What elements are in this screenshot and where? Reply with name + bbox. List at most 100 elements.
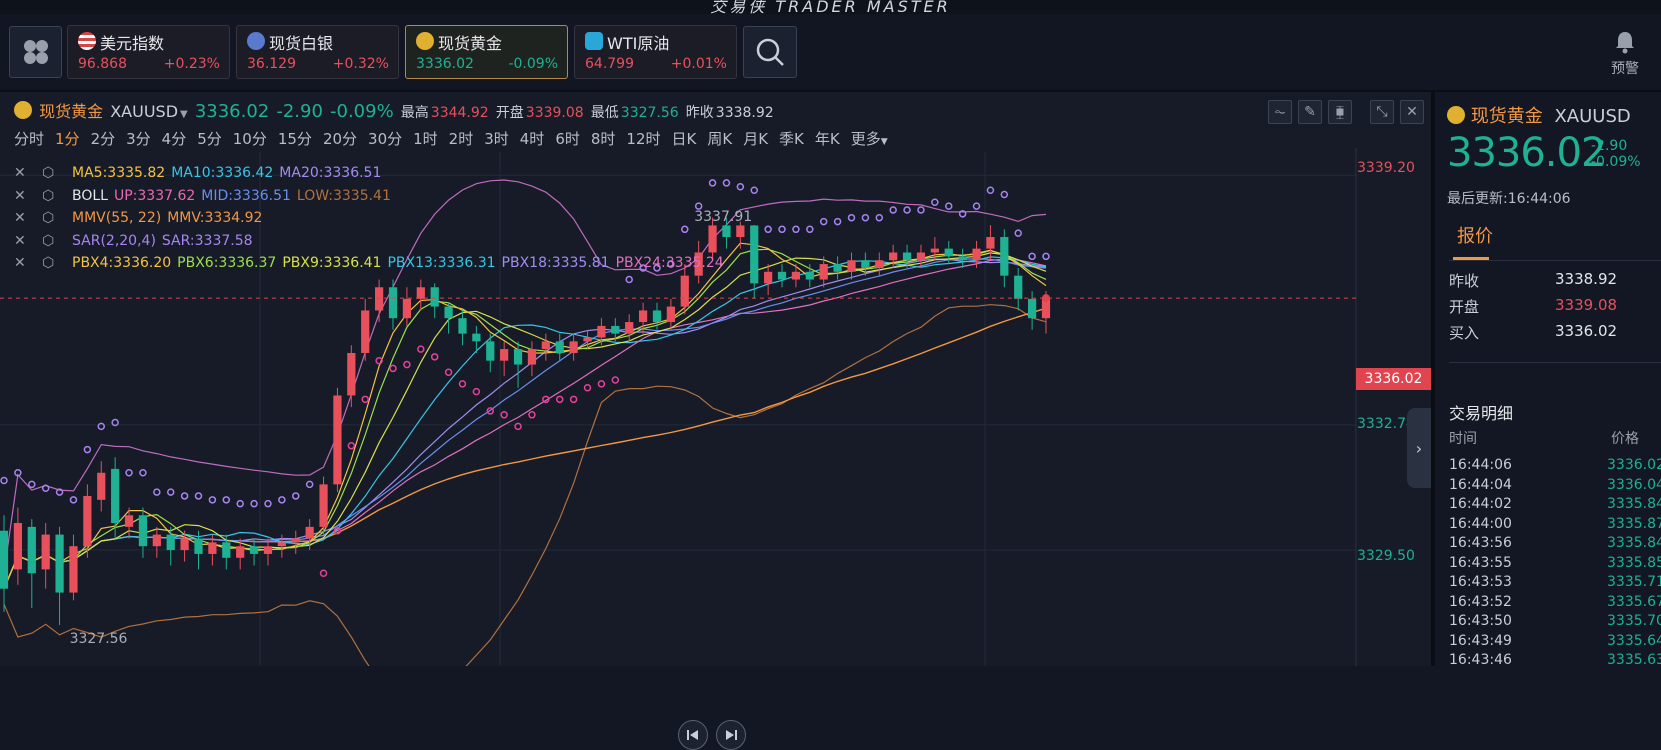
panel-toggle-button[interactable]: › <box>1407 408 1431 488</box>
candle-body <box>597 325 606 338</box>
sar-dot <box>361 395 369 404</box>
silver-icon <box>247 32 265 50</box>
settings-icon[interactable]: ⬡ <box>42 210 66 226</box>
ticker-price: 3336.02 <box>416 56 474 72</box>
quote-value: 3339.08 <box>1555 296 1618 314</box>
alert-button[interactable]: 预警 <box>1600 30 1650 78</box>
trade-time: 16:44:00 <box>1449 515 1512 532</box>
sar-dot <box>236 499 244 508</box>
sar-dot <box>500 411 508 419</box>
sar-dot <box>444 368 453 377</box>
sar-dot <box>472 387 481 396</box>
instrument-symbol: XAUUSD <box>1554 106 1631 127</box>
settings-icon[interactable]: ⬡ <box>42 188 66 204</box>
legend-row-boll: ✕ ⬡ BOLL UP:3337.62 MID:3336.51 LOW:3335.… <box>14 185 730 208</box>
trade-price: 3335.64 <box>1607 632 1661 649</box>
mmv-value: MMV:3334.92 <box>167 210 263 227</box>
price-header: 价格 <box>1611 431 1639 447</box>
close-icon[interactable]: ✕ <box>14 188 36 204</box>
gold-icon <box>416 32 434 50</box>
sar-dot <box>528 411 536 419</box>
sar-dot <box>931 198 939 206</box>
trade-row: 16:44:02 3335.84 <box>1449 496 1661 516</box>
candle-body <box>208 542 217 554</box>
skip-forward-button[interactable] <box>716 720 746 750</box>
search-button[interactable] <box>743 26 797 78</box>
skip-back-button[interactable] <box>678 720 708 750</box>
title-bar: 交易侠 TRADER MASTER <box>0 0 1661 16</box>
candle-body <box>750 225 759 284</box>
trade-row: 16:43:56 3335.84 <box>1449 535 1661 555</box>
candle-body <box>1027 298 1037 319</box>
pbx9-value: PBX9:3336.41 <box>282 255 382 272</box>
close-icon[interactable]: ✕ <box>14 210 36 226</box>
ticker-card-gold[interactable]: 现货黄金 3336.02 -0.09% <box>405 25 568 79</box>
candle-body <box>249 546 259 554</box>
divider <box>1449 362 1661 363</box>
chevron-right-icon: › <box>1415 438 1423 458</box>
candle-body <box>819 264 828 280</box>
ma10-value: MA10:3336.42 <box>171 165 274 182</box>
settings-icon[interactable]: ⬡ <box>42 233 66 249</box>
candle-body <box>263 546 273 554</box>
candle-body <box>124 515 134 527</box>
ticker-bar: 美元指数 96.868 +0.23% 现货白银 36.129 +0.32% 现货… <box>0 14 1661 92</box>
candle-body <box>472 333 481 342</box>
settings-icon[interactable]: ⬡ <box>42 165 66 181</box>
sar-dot <box>292 492 300 500</box>
candle-body <box>305 526 314 539</box>
tab-quote[interactable]: 报价 <box>1457 222 1493 248</box>
candle-body <box>861 260 870 268</box>
ticker-name: 现货白银 <box>269 34 334 53</box>
time-header: 时间 <box>1449 431 1477 447</box>
sar-dot <box>875 213 884 222</box>
boll-mid: MID:3336.51 <box>201 187 291 204</box>
candle-body <box>236 546 245 558</box>
candle-body <box>152 534 161 547</box>
skip-forward-icon <box>726 730 737 740</box>
ticker-card-silver[interactable]: 现货白银 36.129 +0.32% <box>236 25 399 79</box>
quote-price: 3336.02 <box>1447 130 1606 176</box>
sar-dot <box>69 496 78 504</box>
pbx13-value: PBX13:3336.31 <box>387 255 496 272</box>
quote-label: 开盘 <box>1449 298 1480 316</box>
trade-price: 3335.70 <box>1607 613 1661 629</box>
sar-dot <box>1042 252 1050 261</box>
bell-icon <box>1616 32 1634 54</box>
mmv-line <box>3 307 1047 589</box>
sar-dot <box>569 395 578 404</box>
ticker-card-usd-index[interactable]: 美元指数 96.868 +0.23% <box>67 25 230 79</box>
chart-area[interactable]: 现货黄金 XAUUSD ▼ 3336.02 -2.90 -0.09% 最高 3344… <box>0 92 1431 750</box>
quote-value: 3338.92 <box>1555 270 1618 288</box>
ma20-value: MA20:3336.51 <box>279 165 382 182</box>
trade-row: 16:43:50 3335.70 <box>1449 613 1661 633</box>
sar-dot <box>264 499 272 508</box>
sar-dot <box>139 469 147 477</box>
ticker-change: +0.32% <box>332 56 389 72</box>
sar-dot <box>166 488 175 496</box>
boll-name: BOLL <box>72 187 108 204</box>
candle-body <box>13 523 23 570</box>
current-price-tag: 3336.02 <box>1356 368 1431 390</box>
candle-body <box>777 271 787 280</box>
pbx18-value: PBX18:3335.81 <box>501 255 610 272</box>
sar-dot <box>833 217 842 226</box>
close-icon[interactable]: ✕ <box>14 165 36 181</box>
sar-dot <box>305 480 314 489</box>
settings-icon[interactable]: ⬡ <box>42 255 66 271</box>
apps-grid-icon <box>23 40 48 64</box>
trade-price: 3335.85 <box>1607 554 1661 571</box>
ticker-card-wti-oil[interactable]: WTI原油 64.799 +0.01% <box>574 25 737 79</box>
candle-body <box>194 538 203 554</box>
sar-dot <box>97 422 106 431</box>
apps-menu-button[interactable] <box>9 26 62 78</box>
indicator-legend: ✕ ⬡ MA5:3335.82 MA10:3336.42 MA20:3336.51… <box>14 162 730 275</box>
close-icon[interactable]: ✕ <box>14 255 36 271</box>
close-icon[interactable]: ✕ <box>14 233 36 249</box>
candle-body <box>333 395 342 485</box>
candle-body <box>0 530 9 589</box>
sar-dot <box>625 275 633 284</box>
candle-body <box>847 260 856 272</box>
quote-value: 3336.02 <box>1555 322 1618 340</box>
candle-body <box>652 310 662 323</box>
